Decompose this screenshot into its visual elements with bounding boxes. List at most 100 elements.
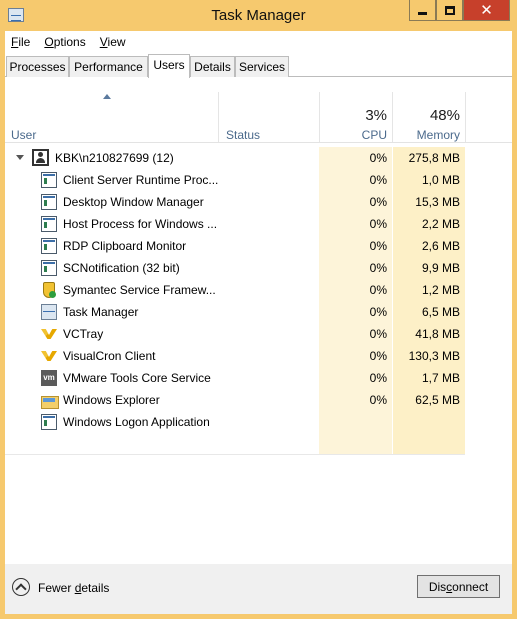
process-row[interactable]: Client Server Runtime Proc... 0% 1,0 MB [5,169,465,191]
minimize-icon [418,11,427,15]
tab-services[interactable]: Services [235,56,289,77]
process-name: Client Server Runtime Proc... [63,173,219,187]
tab-strip: Processes Performance Users Details Serv… [5,54,512,78]
process-cpu: 0% [319,345,392,367]
tab-users[interactable]: Users [148,54,190,78]
collapse-icon[interactable] [16,155,24,160]
users-panel: User Status 3% CPU 48% Memory KBK\n21082… [5,78,512,563]
maximize-button[interactable] [436,0,463,21]
process-name: RDP Clipboard Monitor [63,239,187,253]
process-memory: 1,7 MB [393,367,465,389]
footer-bar: Fewer details Disconnect [5,564,512,614]
process-cpu: 0% [319,279,392,301]
visualcron-icon [41,326,57,342]
column-status-label: Status [226,128,261,142]
process-row[interactable]: Symantec Service Framew... 0% 1,2 MB [5,279,465,301]
window-icon [41,194,57,210]
process-cpu: 0% [319,169,392,191]
minimize-button[interactable] [409,0,436,21]
folder-icon [41,392,59,409]
process-memory: 9,9 MB [393,257,465,279]
process-row[interactable]: Host Process for Windows ... 0% 2,2 MB [5,213,465,235]
process-memory: 41,8 MB [393,323,465,345]
close-button[interactable]: ✕ [463,0,510,21]
menu-view[interactable]: View [100,35,126,49]
window-icon [41,216,57,232]
user-cpu: 0% [319,147,392,169]
window-icon [41,260,57,276]
list-end-divider [5,454,465,455]
process-memory: 1,0 MB [393,169,465,191]
process-cpu: 0% [319,213,392,235]
column-cpu[interactable]: 3% CPU [320,92,392,142]
column-header: User Status 3% CPU 48% Memory [5,92,512,142]
fewer-details-icon[interactable] [12,578,30,596]
user-row[interactable]: KBK\n210827699 (12) 0% 275,8 MB [5,147,465,169]
process-cpu: 0% [319,235,392,257]
process-name: VMware Tools Core Service [63,371,211,385]
menu-bar: File Options View [5,31,512,53]
process-memory: 130,3 MB [393,345,465,367]
tab-processes[interactable]: Processes [6,56,69,77]
column-memory[interactable]: 48% Memory [393,92,465,142]
window-icon [41,238,57,254]
tab-performance[interactable]: Performance [69,56,148,77]
process-cpu: 0% [319,389,392,411]
process-name: SCNotification (32 bit) [63,261,180,275]
menu-file[interactable]: File [11,35,30,49]
process-name: Task Manager [63,305,139,319]
task-manager-window: Task Manager ✕ File Options View Process… [0,0,517,619]
shield-icon [41,282,57,298]
user-icon [32,149,49,166]
process-row[interactable]: RDP Clipboard Monitor 0% 2,6 MB [5,235,465,257]
window-icon [41,172,57,188]
process-memory: 15,3 MB [393,191,465,213]
process-row[interactable]: Windows Explorer 0% 62,5 MB [5,389,465,411]
vmware-icon: vm [41,370,57,386]
task-manager-icon [41,304,57,320]
process-name: VisualCron Client [63,349,156,363]
process-name: Windows Logon Application [63,415,210,429]
process-name: Host Process for Windows ... [63,217,218,231]
title-bar: Task Manager ✕ [0,0,517,31]
window-icon [41,414,57,430]
fewer-details-link[interactable]: Fewer details [38,581,109,595]
memory-total-percent: 48% [429,107,460,124]
process-memory: 2,6 MB [393,235,465,257]
header-divider [5,142,512,143]
column-user-label: User [11,128,37,142]
process-cpu: 0% [319,367,392,389]
sort-ascending-icon [103,94,111,99]
process-cpu: 0% [319,323,392,345]
process-memory: 2,2 MB [393,213,465,235]
client-area: File Options View Processes Performance … [5,31,512,614]
process-name: Symantec Service Framew... [63,283,216,297]
process-name: Windows Explorer [63,393,160,407]
tab-details[interactable]: Details [190,56,235,77]
process-memory: 62,5 MB [393,389,465,411]
process-row[interactable]: VCTray 0% 41,8 MB [5,323,465,345]
process-cpu: 0% [319,191,392,213]
process-row[interactable]: VisualCron Client 0% 130,3 MB [5,345,465,367]
column-user[interactable]: User [5,92,218,142]
user-name: KBK\n210827699 (12) [55,151,174,165]
column-memory-label: Memory [416,128,460,142]
process-row[interactable]: Desktop Window Manager 0% 15,3 MB [5,191,465,213]
process-name: Desktop Window Manager [63,195,204,209]
process-row[interactable]: SCNotification (32 bit) 0% 9,9 MB [5,257,465,279]
process-cpu: 0% [319,301,392,323]
process-cpu: 0% [319,257,392,279]
column-divider[interactable] [465,92,466,142]
column-cpu-label: CPU [361,128,387,142]
cpu-total-percent: 3% [365,107,387,124]
disconnect-button[interactable]: Disconnect [417,575,500,598]
process-memory: 6,5 MB [393,301,465,323]
process-row[interactable]: vm VMware Tools Core Service 0% 1,7 MB [5,367,465,389]
visualcron-icon [41,348,57,364]
column-status[interactable]: Status [219,92,319,142]
process-row[interactable]: Task Manager 0% 6,5 MB [5,301,465,323]
process-name: VCTray [63,327,104,341]
menu-options[interactable]: Options [44,35,85,49]
close-icon: ✕ [480,2,493,19]
maximize-icon [444,5,455,15]
